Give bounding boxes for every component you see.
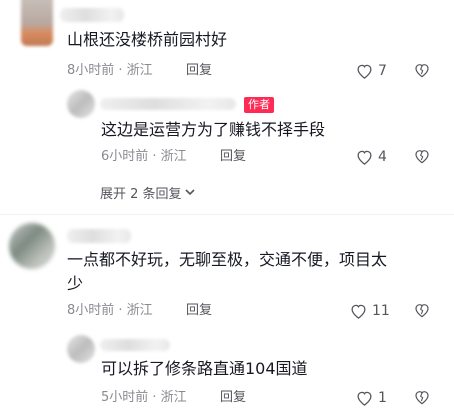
dislike-button[interactable] — [414, 62, 430, 78]
comment-text: 山根还没楼桥前园村好 — [67, 30, 228, 49]
reply-button[interactable]: 回复 — [186, 62, 212, 80]
expand-replies-button[interactable]: 展开 2 条回复 — [100, 186, 196, 204]
reply-text: 这边是运营方为了赚钱不择手段 — [101, 120, 326, 139]
chevron-down-icon — [184, 186, 196, 204]
username-blurred[interactable] — [60, 8, 124, 22]
like-button[interactable]: 1 — [356, 389, 387, 407]
reply-button[interactable]: 回复 — [220, 389, 246, 407]
divider — [0, 214, 454, 215]
like-count: 7 — [378, 63, 387, 79]
like-count: 4 — [378, 149, 387, 165]
avatar[interactable] — [9, 223, 55, 269]
username-blurred[interactable] — [67, 229, 131, 243]
comment-text-line1: 一点都不好玩，无聊至极，交通不便，项目太 — [67, 250, 388, 269]
dislike-button[interactable] — [414, 389, 430, 405]
comment-meta: 8小时前 · 浙江 — [67, 303, 153, 318]
like-button[interactable]: 11 — [350, 302, 390, 320]
dislike-button[interactable] — [414, 302, 430, 318]
reply-button[interactable]: 回复 — [186, 302, 212, 320]
reply-avatar[interactable] — [67, 90, 95, 118]
heart-outline-icon — [350, 303, 367, 319]
expand-label: 展开 2 条回复 — [100, 187, 182, 202]
comment-list: 山根还没楼桥前园村好 8小时前 · 浙江 回复 7 作者 这边是运营方为了赚钱不… — [0, 0, 454, 418]
reply-meta: 6小时前 · 浙江 — [101, 149, 187, 164]
avatar[interactable] — [21, 0, 53, 46]
broken-heart-icon — [414, 389, 430, 405]
broken-heart-icon — [414, 148, 430, 164]
heart-outline-icon — [356, 390, 373, 406]
author-badge: 作者 — [244, 97, 274, 113]
dislike-button[interactable] — [414, 148, 430, 164]
comment-meta: 8小时前 · 浙江 — [67, 63, 153, 78]
comment-text-line2: 少 — [67, 274, 84, 293]
reply-username-blurred[interactable] — [100, 339, 170, 351]
reply-button[interactable]: 回复 — [220, 148, 246, 166]
broken-heart-icon — [414, 302, 430, 318]
heart-outline-icon — [356, 149, 373, 165]
like-button[interactable]: 7 — [356, 62, 387, 80]
reply-username-blurred[interactable] — [100, 98, 236, 110]
reply-meta: 5小时前 · 浙江 — [101, 390, 187, 405]
like-count: 1 — [378, 390, 387, 406]
like-count: 11 — [372, 303, 390, 319]
reply-avatar[interactable] — [67, 335, 95, 363]
like-button[interactable]: 4 — [356, 148, 387, 166]
heart-outline-icon — [356, 63, 373, 79]
reply-text: 可以拆了修条路直通104国道 — [101, 359, 308, 378]
broken-heart-icon — [414, 62, 430, 78]
